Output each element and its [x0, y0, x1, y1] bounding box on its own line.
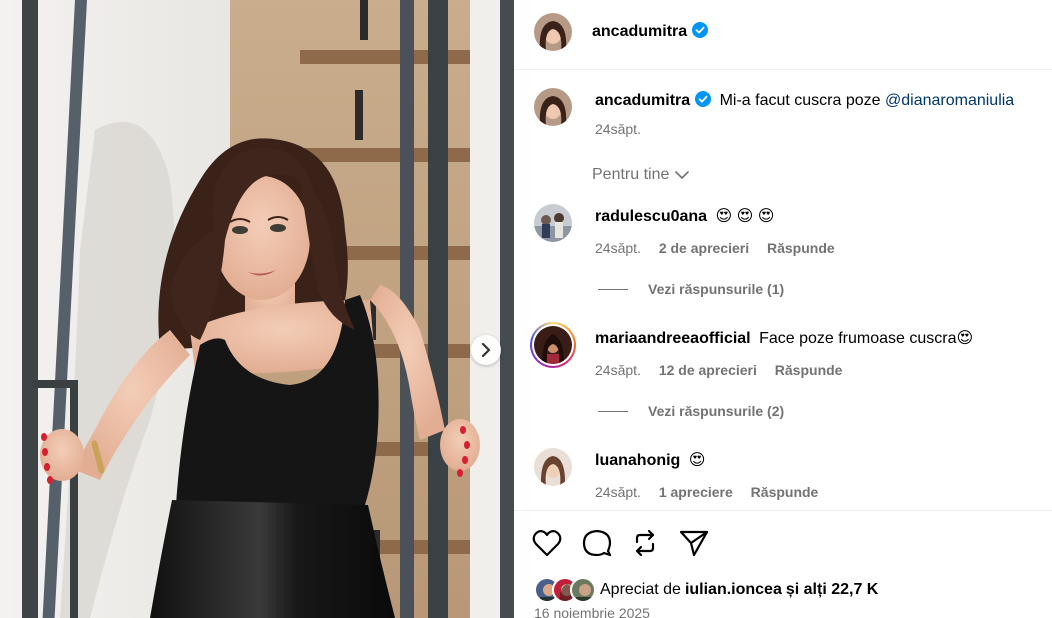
- post-date[interactable]: 16 noiembrie 2025: [534, 605, 650, 618]
- comment-likes-count[interactable]: 12 de aprecieri: [659, 362, 757, 378]
- commenter-avatar-story-ring[interactable]: [530, 322, 576, 368]
- chevron-right-icon: [481, 343, 491, 357]
- post-header: ancadumitra: [514, 0, 1052, 70]
- comment-timestamp[interactable]: 24săpt.: [595, 362, 641, 378]
- sort-label: Pentru tine: [592, 166, 670, 183]
- comment-likes-count[interactable]: 2 de aprecieri: [659, 240, 749, 256]
- liker-avatars[interactable]: [534, 577, 596, 603]
- commenter-avatar[interactable]: [534, 204, 572, 242]
- comment-item: radulescu0ana 😍 😍 😍 24săpt. 2 de aprecie…: [514, 198, 1052, 258]
- comment-likes-count[interactable]: 1 apreciere: [659, 484, 733, 500]
- comment-item: mariaandreeaofficial Face poze frumoase …: [514, 320, 1052, 380]
- chevron-down-icon: [675, 171, 690, 179]
- likes-count[interactable]: și alți 22,7 K: [786, 581, 879, 599]
- comment-sort-dropdown[interactable]: Pentru tine: [592, 166, 690, 184]
- commenter-username[interactable]: mariaandreeaofficial: [595, 330, 751, 347]
- comment-text: 😍: [688, 452, 706, 469]
- liker-username[interactable]: iulian.ioncea: [685, 581, 782, 599]
- reply-button[interactable]: Răspunde: [751, 484, 819, 500]
- caption-username[interactable]: ancadumitra: [595, 92, 690, 109]
- view-replies-label: Vezi răspunsurile (1): [648, 281, 785, 297]
- comment-timestamp[interactable]: 24săpt.: [595, 240, 641, 256]
- commenter-username[interactable]: luanahonig: [595, 452, 680, 469]
- author-avatar[interactable]: [534, 13, 572, 51]
- caption-text: Mi-a facut cuscra poze: [719, 92, 881, 109]
- view-replies-button[interactable]: Vezi răspunsurile (1): [598, 281, 784, 297]
- share-icon[interactable]: [679, 529, 709, 557]
- likes-summary: Apreciat de iulian.ioncea și alți 22,7 K: [534, 577, 878, 603]
- photo-scene: [0, 0, 514, 618]
- caption-mention-link[interactable]: @dianaromaniulia: [885, 92, 1014, 109]
- next-photo-button[interactable]: [471, 335, 501, 365]
- heart-icon[interactable]: [532, 529, 562, 557]
- post-actions: Apreciat de iulian.ioncea și alți 22,7 K…: [514, 510, 1052, 618]
- view-replies-label: Vezi răspunsurile (2): [648, 403, 785, 419]
- replies-divider: [598, 410, 628, 412]
- comment-item: luanahonig 😍 24săpt. 1 apreciere Răspund…: [514, 442, 1052, 502]
- verified-badge-icon: [695, 91, 712, 107]
- author-username[interactable]: ancadumitra: [592, 23, 687, 40]
- comment-timestamp[interactable]: 24săpt.: [595, 484, 641, 500]
- comment-text: 😍 😍 😍: [715, 208, 775, 225]
- commenter-avatar[interactable]: [534, 448, 572, 486]
- post-photo[interactable]: [0, 0, 514, 618]
- side-panel: ancadumitra ancadumitra Mi-a facut cuscr…: [514, 0, 1052, 618]
- replies-divider: [598, 288, 628, 290]
- reply-button[interactable]: Răspunde: [767, 240, 835, 256]
- caption-author-avatar[interactable]: [534, 88, 572, 126]
- verified-badge-icon: [692, 22, 709, 38]
- likes-prefix: Apreciat de: [600, 581, 681, 598]
- caption-timestamp[interactable]: 24săpt.: [595, 121, 641, 137]
- repost-icon[interactable]: [632, 529, 658, 557]
- view-replies-button[interactable]: Vezi răspunsurile (2): [598, 403, 784, 419]
- reply-button[interactable]: Răspunde: [775, 362, 843, 378]
- commenter-username[interactable]: radulescu0ana: [595, 208, 707, 225]
- comment-icon[interactable]: [582, 529, 612, 557]
- comment-text: Face poze frumoase cuscra😍: [759, 330, 974, 347]
